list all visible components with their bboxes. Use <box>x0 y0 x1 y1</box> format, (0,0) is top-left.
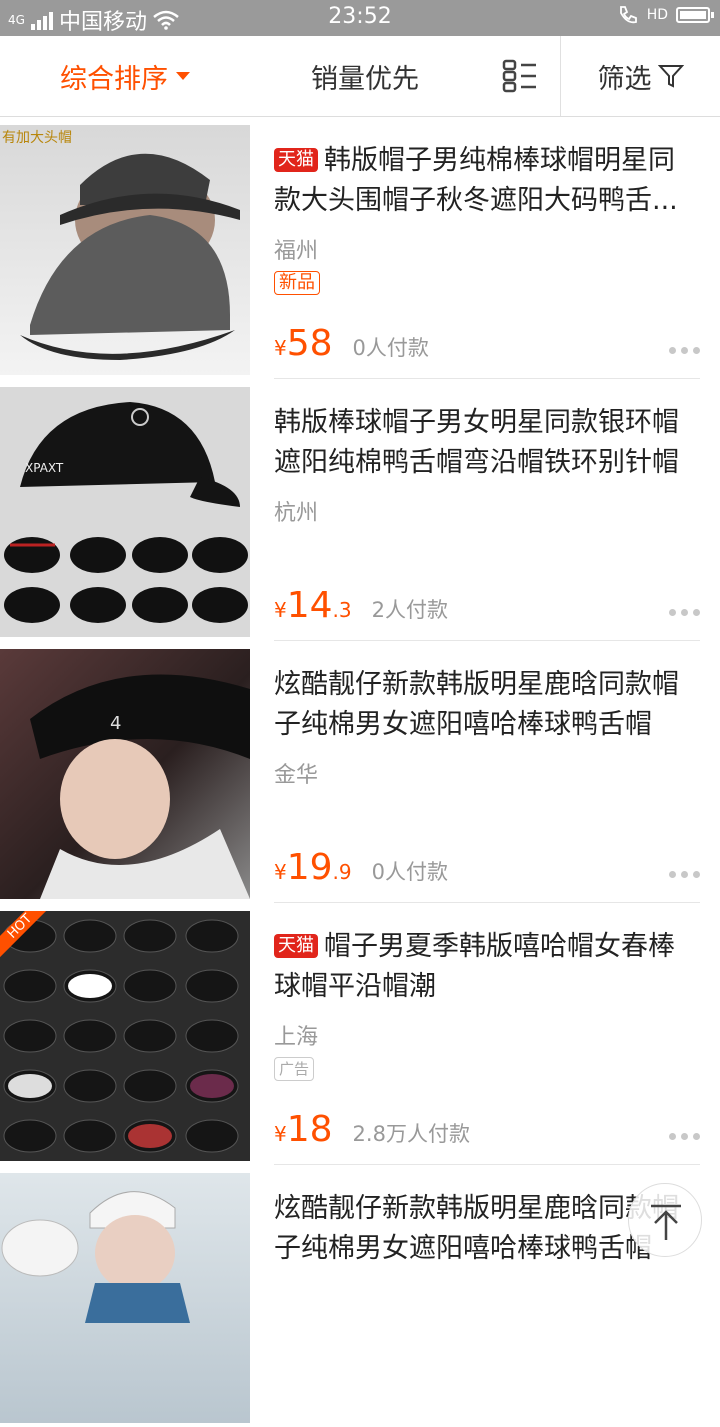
sold-count: 2.8万人付款 <box>352 1122 470 1146</box>
product-image[interactable]: HOT <box>0 911 250 1161</box>
price-row: ¥ 14 .3 2人付款 <box>274 585 448 626</box>
product-title-text: 帽子男夏季韩版嘻哈帽女春棒球帽平沿帽潮 <box>274 931 675 1002</box>
svg-text:4: 4 <box>110 713 121 734</box>
product-item[interactable]: 4 炫酷靓仔新款韩版明星鹿晗同款帽子纯棉男女遮阳嘻哈棒球鸭舌帽 金华 ¥ 19 … <box>0 641 720 903</box>
layout-toggle-button[interactable] <box>480 36 560 116</box>
product-title-text: 韩版帽子男纯棉棒球帽明星同款大头围帽子秋冬遮阳大码鸭舌... <box>274 145 678 216</box>
thumb-label: 有加大头帽 <box>2 130 72 146</box>
product-list: 有加大头帽 天猫 韩版帽子男纯棉棒球帽明星同款大头围帽子秋冬遮阳大码鸭舌... 福… <box>0 117 720 1427</box>
sort-bar: 综合排序 销量优先 筛选 <box>0 36 720 117</box>
product-title[interactable]: 天猫 韩版帽子男纯棉棒球帽明星同款大头围帽子秋冬遮阳大码鸭舌... <box>274 141 700 221</box>
sort-sales-label: 销量优先 <box>311 63 419 95</box>
price-integer: 58 <box>286 323 333 364</box>
more-options-icon[interactable] <box>669 347 700 354</box>
tmall-badge: 天猫 <box>274 148 318 172</box>
sold-count: 0人付款 <box>352 336 429 360</box>
caret-down-icon <box>176 72 190 80</box>
more-options-icon[interactable] <box>669 609 700 616</box>
price-decimal: .3 <box>332 598 352 622</box>
product-image[interactable] <box>0 1173 250 1423</box>
price-integer: 19 <box>286 847 333 888</box>
battery-icon <box>676 7 714 23</box>
price-integer: 18 <box>286 1109 333 1150</box>
product-item[interactable]: XPAXT 韩版棒球帽子男女明星同款银环帽遮阳纯棉鸭舌帽弯沿帽铁环别针帽 杭州 … <box>0 379 720 641</box>
product-location: 上海 <box>274 1025 319 1050</box>
price-row: ¥ 18 2.8万人付款 <box>274 1109 470 1150</box>
product-item[interactable]: HOT 天猫 帽子男夏季韩版嘻哈帽女春棒球帽平沿帽潮 上海 广告 ¥ 18 2.8… <box>0 903 720 1165</box>
product-location: 金华 <box>274 763 319 788</box>
yen-sign: ¥ <box>274 860 287 884</box>
sold-count: 2人付款 <box>371 598 449 622</box>
sort-comprehensive-label: 综合排序 <box>60 63 168 95</box>
filter-button[interactable]: 筛选 <box>560 36 720 116</box>
product-location: 福州 <box>274 239 319 264</box>
product-title[interactable]: 韩版棒球帽子男女明星同款银环帽遮阳纯棉鸭舌帽弯沿帽铁环别针帽 <box>274 403 700 483</box>
arrow-up-icon <box>651 1204 681 1240</box>
product-item[interactable]: 炫酷靓仔新款韩版明星鹿晗同款帽子纯棉男女遮阳嘻哈棒球鸭舌帽 <box>0 1165 720 1427</box>
sort-sales[interactable]: 销量优先 <box>250 36 480 116</box>
product-info: 天猫 帽子男夏季韩版嘻哈帽女春棒球帽平沿帽潮 上海 广告 ¥ 18 2.8万人付款 <box>274 911 700 1165</box>
clock: 23:52 <box>328 4 392 29</box>
more-options-icon[interactable] <box>669 1133 700 1140</box>
product-image[interactable]: 有加大头帽 <box>0 125 250 375</box>
more-options-icon[interactable] <box>669 871 700 878</box>
back-to-top-button[interactable] <box>628 1183 702 1257</box>
yen-sign: ¥ <box>274 1122 287 1146</box>
price-row: ¥ 58 0人付款 <box>274 323 429 364</box>
product-image[interactable]: 4 <box>0 649 250 899</box>
product-info: 天猫 韩版帽子男纯棉棒球帽明星同款大头围帽子秋冬遮阳大码鸭舌... 福州 新品 ¥… <box>274 125 700 379</box>
product-location: 杭州 <box>274 501 319 526</box>
tmall-badge: 天猫 <box>274 934 318 958</box>
price-integer: 14 <box>286 585 333 626</box>
yen-sign: ¥ <box>274 598 287 622</box>
funnel-icon <box>657 65 684 88</box>
sort-comprehensive[interactable]: 综合排序 <box>0 36 250 116</box>
product-image[interactable]: XPAXT <box>0 387 250 637</box>
hd-label: HD <box>646 7 668 23</box>
product-info: 炫酷靓仔新款韩版明星鹿晗同款帽子纯棉男女遮阳嘻哈棒球鸭舌帽 金华 ¥ 19 .9… <box>274 649 700 903</box>
product-title[interactable]: 炫酷靓仔新款韩版明星鹿晗同款帽子纯棉男女遮阳嘻哈棒球鸭舌帽 <box>274 665 700 745</box>
filter-label: 筛选 <box>597 63 652 95</box>
product-info: 韩版棒球帽子男女明星同款银环帽遮阳纯棉鸭舌帽弯沿帽铁环别针帽 杭州 ¥ 14 .… <box>274 387 700 641</box>
new-badge: 新品 <box>274 271 320 295</box>
phone-icon <box>619 6 637 24</box>
product-title[interactable]: 天猫 帽子男夏季韩版嘻哈帽女春棒球帽平沿帽潮 <box>274 927 700 1007</box>
sold-count: 0人付款 <box>371 860 449 884</box>
list-grid-icon <box>502 59 536 93</box>
yen-sign: ¥ <box>274 336 287 360</box>
ad-badge: 广告 <box>274 1057 315 1081</box>
status-bar: 4G 中国移动 23:52 HD <box>0 0 720 36</box>
price-decimal: .9 <box>332 860 352 884</box>
svg-text:XPAXT: XPAXT <box>25 461 64 475</box>
product-item[interactable]: 有加大头帽 天猫 韩版帽子男纯棉棒球帽明星同款大头围帽子秋冬遮阳大码鸭舌... 福… <box>0 117 720 379</box>
price-row: ¥ 19 .9 0人付款 <box>274 847 448 888</box>
